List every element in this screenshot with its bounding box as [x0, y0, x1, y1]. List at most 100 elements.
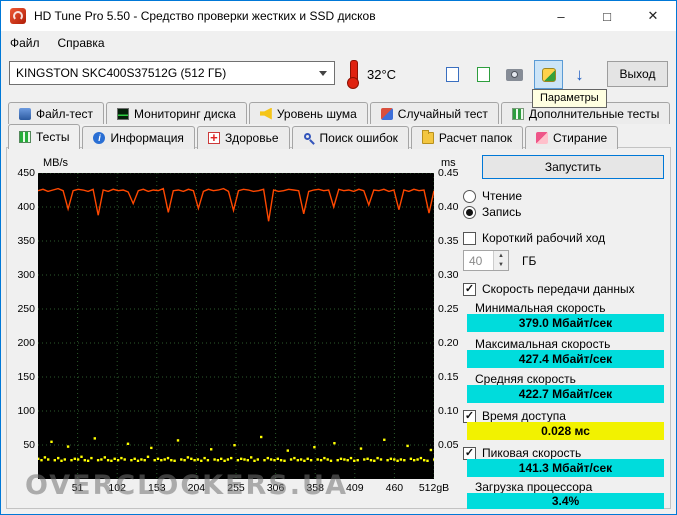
- stepper-buttons: ▲ ▼: [493, 251, 508, 270]
- tab-label: Стирание: [553, 131, 608, 145]
- right-axis-tick: 0.10: [438, 405, 459, 417]
- download-icon: [575, 66, 584, 83]
- drive-select-value: KINGSTON SKC400S37512G (512 ГБ): [16, 66, 227, 80]
- disk-monitor-icon: [117, 107, 130, 120]
- export-icon: [477, 64, 493, 82]
- exit-button[interactable]: Выход: [607, 61, 668, 87]
- stepper-up-icon[interactable]: ▲: [494, 251, 508, 261]
- x-axis-tick: 460: [385, 482, 404, 494]
- tests-icon: [19, 131, 31, 143]
- info-icon: [93, 132, 106, 144]
- window-title: HD Tune Pro 5.50 - Средство проверки жес…: [34, 9, 376, 23]
- copy-button[interactable]: [438, 60, 467, 89]
- app-icon: [10, 8, 26, 24]
- minimize-button[interactable]: –: [538, 1, 584, 31]
- min-speed-value: 379.0 Мбайт/сек: [467, 314, 664, 332]
- left-axis-tick: 450: [17, 167, 35, 179]
- right-axis-tick: 0.20: [438, 337, 459, 349]
- x-axis-tick: 204: [187, 482, 206, 494]
- avg-speed-label: Средняя скорость: [475, 372, 576, 386]
- options-icon: [541, 67, 556, 82]
- folder-usage-icon: [421, 130, 434, 144]
- noise-level-icon: [259, 107, 272, 120]
- tab-label: Мониторинг диска: [134, 106, 236, 121]
- checkbox-icon[interactable]: [463, 446, 476, 460]
- left-axis-tick: 50: [23, 439, 35, 451]
- maximize-button[interactable]: □: [584, 1, 630, 31]
- screenshot-button[interactable]: [500, 60, 529, 89]
- tab-label: Случайный тест: [397, 106, 488, 121]
- burst-rate-value: 141.3 Мбайт/сек: [467, 459, 664, 477]
- read-radio[interactable]: Чтение: [463, 189, 522, 203]
- tab-health[interactable]: Здоровье: [196, 126, 290, 149]
- tab-tests[interactable]: Тесты: [8, 124, 81, 149]
- checkbox-icon[interactable]: [463, 409, 476, 423]
- tab-error-scan[interactable]: Поиск ошибок: [291, 126, 409, 149]
- transfer-rate-checkbox[interactable]: Скорость передачи данных: [463, 282, 635, 296]
- checkbox-icon[interactable]: [463, 282, 476, 296]
- avg-speed-value: 422.7 Мбайт/сек: [467, 385, 664, 403]
- chart-canvas: [37, 172, 436, 479]
- write-radio[interactable]: Запись: [463, 205, 521, 219]
- erase-icon: [536, 132, 549, 144]
- right-axis-tick: 0.40: [438, 201, 459, 213]
- tab-label: Файл-тест: [36, 106, 94, 121]
- x-axis-tick: 102: [108, 482, 126, 494]
- temperature-value: 32°C: [367, 67, 397, 82]
- access-time-checkbox[interactable]: Время доступа: [463, 409, 566, 423]
- max-speed-label: Максимальная скорость: [475, 337, 611, 351]
- extra-tests-icon: [511, 107, 524, 120]
- tab-erase[interactable]: Стирание: [525, 126, 619, 149]
- menu-file[interactable]: Файл: [1, 34, 49, 52]
- burst-rate-checkbox[interactable]: Пиковая скорость: [463, 446, 581, 460]
- tab-disk-monitor[interactable]: Мониторинг диска: [106, 102, 247, 124]
- short-stroke-checkbox[interactable]: Короткий рабочий ход: [463, 231, 605, 245]
- min-speed-label: Минимальная скорость: [475, 301, 606, 315]
- camera-icon: [506, 68, 523, 81]
- short-stroke-value[interactable]: 40: [464, 251, 493, 270]
- tab-label: Уровень шума: [276, 106, 357, 121]
- radio-icon[interactable]: [463, 189, 476, 203]
- download-button[interactable]: [565, 60, 594, 89]
- chevron-down-icon[interactable]: [312, 62, 334, 84]
- right-axis-tick: 0.45: [438, 167, 459, 179]
- tab-folder-usage[interactable]: Расчет папок: [410, 126, 524, 149]
- tab-file-test[interactable]: Файл-тест: [8, 102, 105, 124]
- options-button[interactable]: [534, 60, 563, 89]
- access-time-label: Время доступа: [482, 409, 566, 423]
- x-axis-tick: 153: [148, 482, 166, 494]
- tab-label: Тесты: [36, 130, 70, 144]
- right-axis-tick: 0.35: [438, 235, 459, 247]
- left-axis-tick: 350: [17, 235, 35, 247]
- stepper-down-icon[interactable]: ▼: [494, 260, 508, 270]
- right-axis-tick: 0.05: [438, 439, 459, 451]
- menu-help[interactable]: Справка: [49, 34, 114, 52]
- options-tooltip: Параметры: [532, 89, 607, 108]
- x-axis-tick: 306: [266, 482, 285, 494]
- right-axis-tick: 0.30: [438, 269, 459, 281]
- x-axis-tick: 409: [346, 482, 364, 494]
- tab-row-primary: Тесты Информация Здоровье Поиск ошибок Р…: [8, 124, 619, 149]
- tab-random-test[interactable]: Случайный тест: [369, 102, 499, 124]
- health-icon: [207, 132, 220, 144]
- benchmark-chart: [37, 172, 436, 479]
- left-axis-unit: MB/s: [43, 157, 69, 169]
- title-bar: HD Tune Pro 5.50 - Средство проверки жес…: [1, 1, 676, 31]
- start-button[interactable]: Запустить: [482, 155, 664, 179]
- close-button[interactable]: ✕: [630, 1, 676, 31]
- export-button[interactable]: [469, 60, 498, 89]
- short-stroke-stepper[interactable]: 40 ▲ ▼: [463, 250, 509, 271]
- max-speed-value: 427.4 Мбайт/сек: [467, 350, 664, 368]
- file-test-icon: [19, 107, 31, 120]
- checkbox-icon[interactable]: [463, 231, 476, 245]
- random-test-icon: [380, 107, 393, 120]
- thermometer-icon: [346, 59, 360, 89]
- error-scan-icon: [303, 132, 315, 144]
- tab-info[interactable]: Информация: [82, 126, 195, 149]
- drive-select[interactable]: KINGSTON SKC400S37512G (512 ГБ): [9, 61, 335, 85]
- tab-label: Здоровье: [224, 131, 279, 145]
- left-axis-tick: 200: [17, 337, 35, 349]
- access-time-value: 0.028 мс: [467, 422, 664, 440]
- radio-icon[interactable]: [463, 205, 476, 219]
- tab-noise-level[interactable]: Уровень шума: [248, 102, 368, 124]
